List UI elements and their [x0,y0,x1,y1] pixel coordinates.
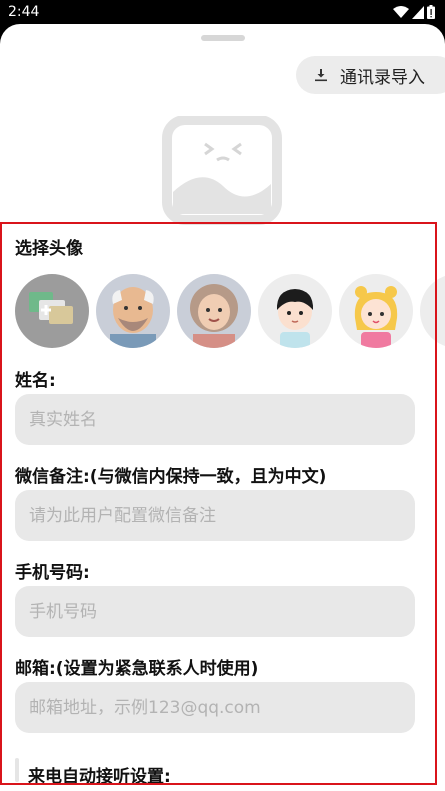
boy-icon [276,289,314,348]
name-label: 姓名: [15,371,56,391]
avatar-picker [15,274,445,348]
wechat-note-input[interactable] [15,490,415,541]
signal-icon [412,5,424,19]
wechat-note-label: 微信备注:(与微信内保持一致，且为中文) [15,467,327,487]
name-input[interactable] [15,394,415,445]
phone-label: 手机号码: [15,563,90,583]
drag-handle[interactable] [201,35,245,41]
status-time: 2:44 [8,4,40,20]
old-man-icon [110,287,156,348]
download-icon [315,69,327,82]
auto-answer-label: 来电自动接听设置: [28,767,171,787]
phone-input[interactable] [15,586,415,637]
image-placeholder-icon [162,116,282,225]
old-woman-icon [190,284,238,348]
email-input[interactable] [15,682,415,733]
old-man-avatar[interactable] [96,274,170,348]
girl-icon [354,286,398,348]
status-bar: 2:44 [0,0,445,26]
wifi-icon [393,5,409,18]
contacts-import-label: 通讯录导入 [340,67,425,88]
partial-avatar[interactable] [420,274,445,348]
section-accent-bar [15,758,19,782]
bottom-sheet: 通讯录导入 选择头像 姓名: 真实姓名 微信备注:(与微信内保持一致，且为中文)… [0,24,445,791]
add-photo-avatar[interactable] [15,274,89,348]
boy-avatar[interactable] [258,274,332,348]
status-icons [393,5,435,19]
email-label: 邮箱:(设置为紧急联系人时使用) [15,659,259,679]
add-photo-icon [29,292,73,324]
contacts-import-button[interactable]: 通讯录导入 [296,56,445,94]
girl-avatar[interactable] [339,274,413,348]
battery-icon [427,5,435,19]
avatar-section-label: 选择头像 [15,239,83,259]
old-woman-avatar[interactable] [177,274,251,348]
